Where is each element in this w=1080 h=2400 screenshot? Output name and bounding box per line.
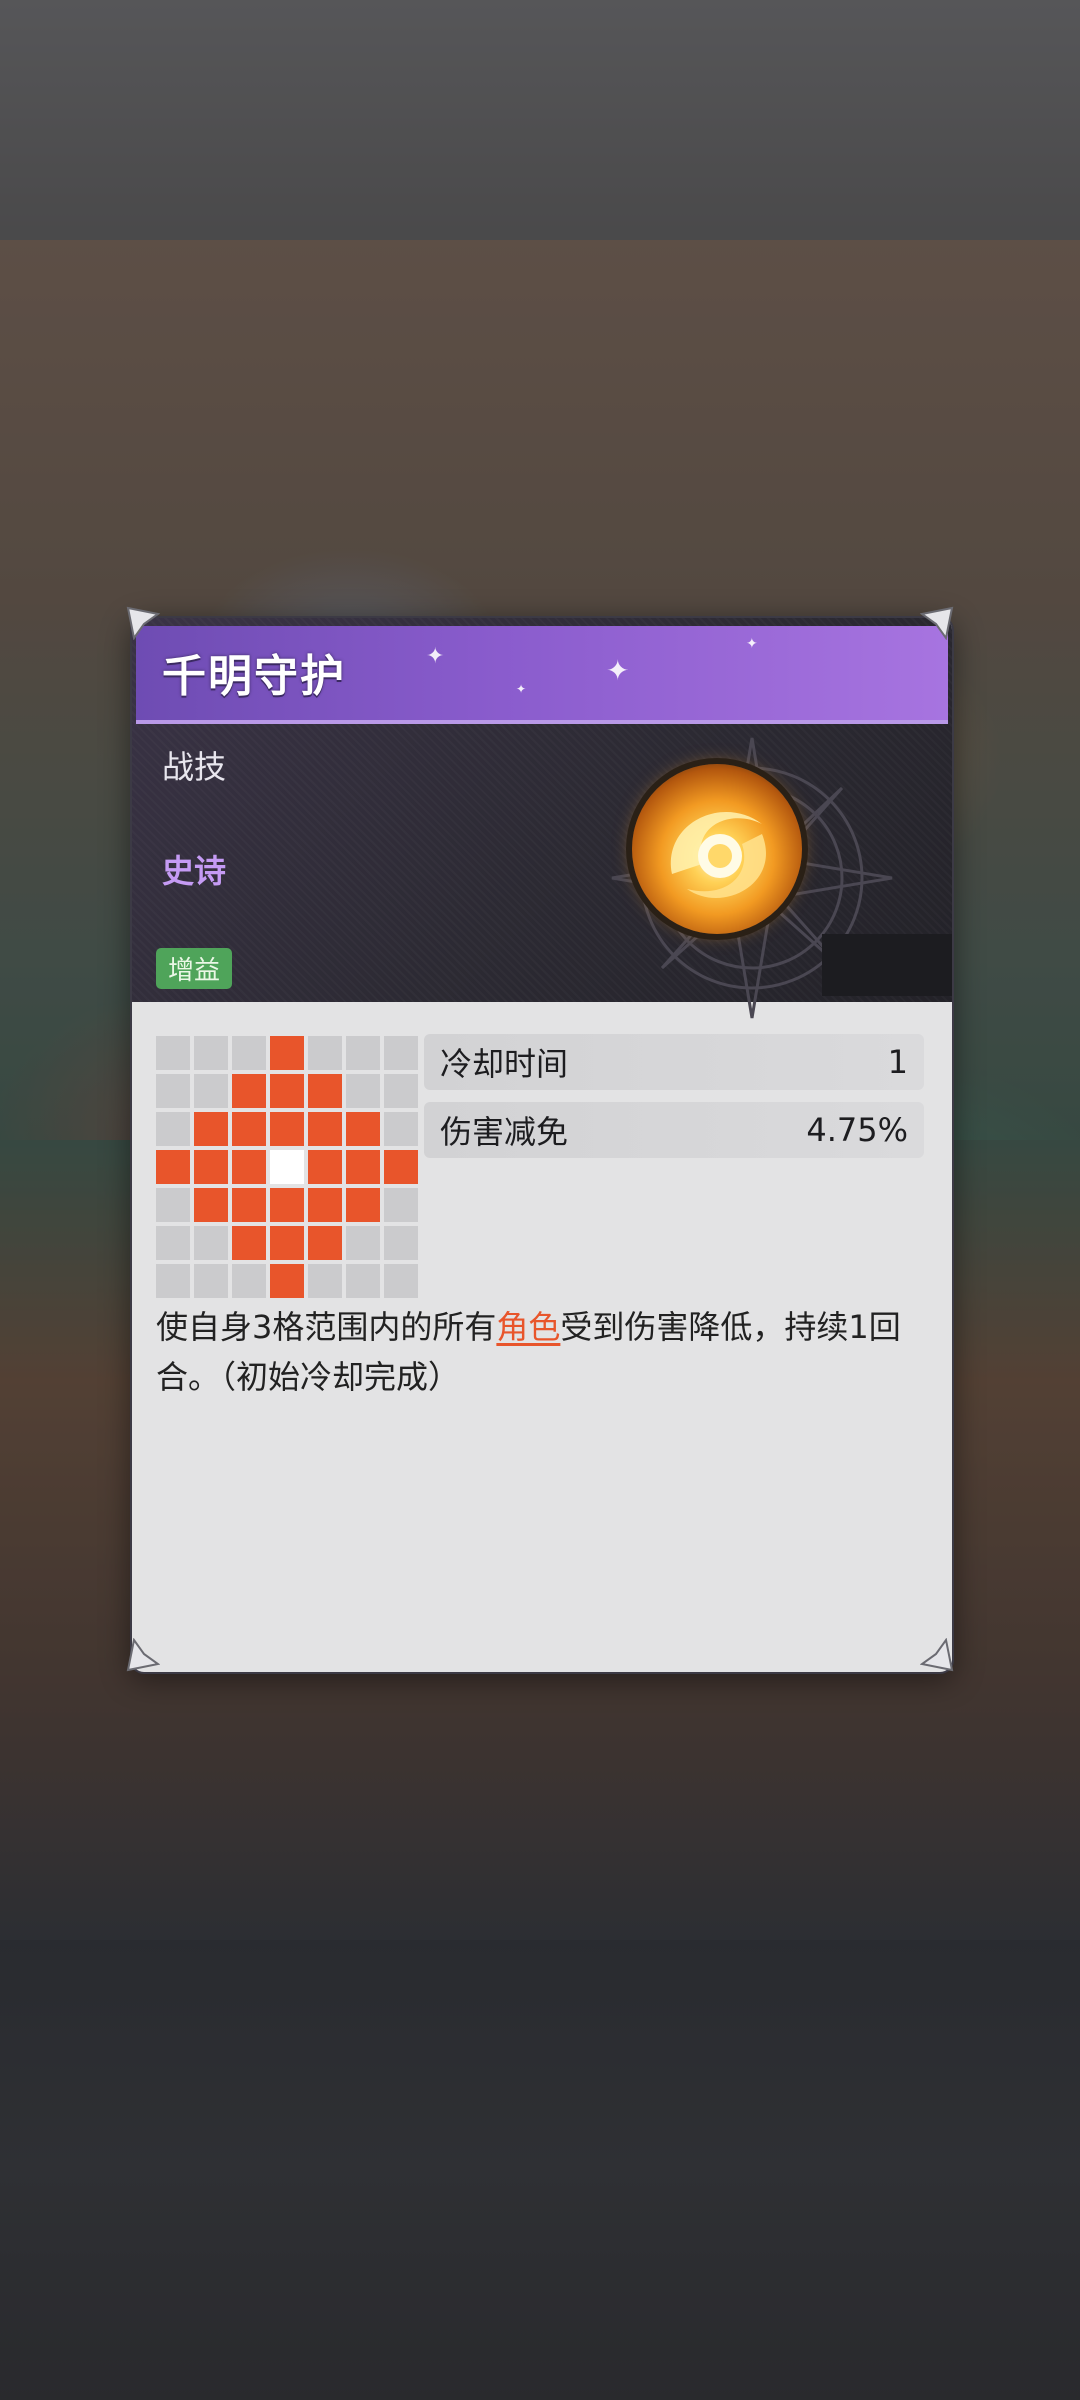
range-cell-active [194, 1150, 228, 1184]
range-cell [346, 1226, 380, 1260]
range-cell-self [270, 1150, 304, 1184]
range-cell-active [346, 1188, 380, 1222]
range-cell [156, 1226, 190, 1260]
skill-title: 千明守护 [162, 651, 346, 702]
range-cell [384, 1188, 418, 1222]
range-cell-active [308, 1150, 342, 1184]
range-cell [308, 1036, 342, 1070]
range-cell [156, 1074, 190, 1108]
range-cell [346, 1264, 380, 1298]
range-cell-active [308, 1188, 342, 1222]
range-cell-active [232, 1188, 266, 1222]
range-cell-active [232, 1150, 266, 1184]
range-cell-active [270, 1036, 304, 1070]
range-cell-active [232, 1074, 266, 1108]
sparkle-icon: ✦ [426, 644, 445, 669]
range-cell [384, 1112, 418, 1146]
range-cell [308, 1264, 342, 1298]
stat-row-damage-reduction: 伤害减免 4.75% [424, 1102, 924, 1158]
range-cell-active [270, 1264, 304, 1298]
range-cell [346, 1074, 380, 1108]
range-cell [384, 1074, 418, 1108]
range-cell-active [270, 1188, 304, 1222]
stat-row-cooldown: 冷却时间 1 [424, 1034, 924, 1090]
stat-label: 伤害减免 [440, 1113, 569, 1151]
range-cell [232, 1264, 266, 1298]
corner-ornament-icon [919, 1637, 954, 1672]
range-cell [156, 1264, 190, 1298]
range-cell-active [156, 1150, 190, 1184]
range-cell [194, 1264, 228, 1298]
sparkle-icon: ✦ [746, 636, 758, 652]
stat-label: 冷却时间 [440, 1045, 569, 1083]
corner-ornament-icon [126, 1637, 161, 1672]
corner-ornament-icon [919, 606, 954, 641]
flame-orb-icon [632, 764, 802, 934]
range-cell-active [232, 1226, 266, 1260]
range-cell [194, 1036, 228, 1070]
range-cell [156, 1112, 190, 1146]
description-text: 使自身3格范围内的所有 [156, 1308, 497, 1346]
range-cell [384, 1036, 418, 1070]
range-cell-active [270, 1074, 304, 1108]
skill-description: 使自身3格范围内的所有角色受到伤害降低，持续1回合。（初始冷却完成） [156, 1302, 916, 1402]
range-cell-active [384, 1150, 418, 1184]
range-cell-active [346, 1112, 380, 1146]
range-cell [194, 1074, 228, 1108]
range-cell-active [308, 1226, 342, 1260]
range-cell [346, 1036, 380, 1070]
range-cell [232, 1036, 266, 1070]
header-strip [822, 934, 952, 996]
range-cell-active [194, 1112, 228, 1146]
range-cell-active [232, 1112, 266, 1146]
buff-tag-badge: 增益 [156, 948, 233, 989]
range-cell [156, 1036, 190, 1070]
range-cell-active [308, 1074, 342, 1108]
stat-value: 1 [887, 1043, 908, 1081]
skill-detail-card: ✦ ✦ ✦ ✦ 千明守护 战技 史诗 增益 冷却时间 1 伤害减免 4.75% … [130, 616, 954, 1674]
range-cell [384, 1264, 418, 1298]
range-cell [194, 1226, 228, 1260]
range-cell-active [270, 1112, 304, 1146]
skill-header: ✦ ✦ ✦ ✦ 千明守护 战技 史诗 增益 [132, 618, 952, 1019]
character-keyword-link[interactable]: 角色 [496, 1308, 560, 1346]
skill-type: 战技 [162, 748, 227, 786]
range-cell [384, 1226, 418, 1260]
corner-ornament-icon [126, 606, 161, 641]
sparkle-icon: ✦ [516, 682, 527, 696]
range-cell-active [270, 1226, 304, 1260]
sparkle-icon: ✦ [606, 654, 630, 687]
skill-rarity: 史诗 [162, 852, 227, 890]
range-cell [156, 1188, 190, 1222]
stat-value: 4.75% [806, 1111, 908, 1149]
range-cell-active [346, 1150, 380, 1184]
attack-range-grid [156, 1036, 418, 1298]
range-cell-active [194, 1188, 228, 1222]
range-cell-active [308, 1112, 342, 1146]
